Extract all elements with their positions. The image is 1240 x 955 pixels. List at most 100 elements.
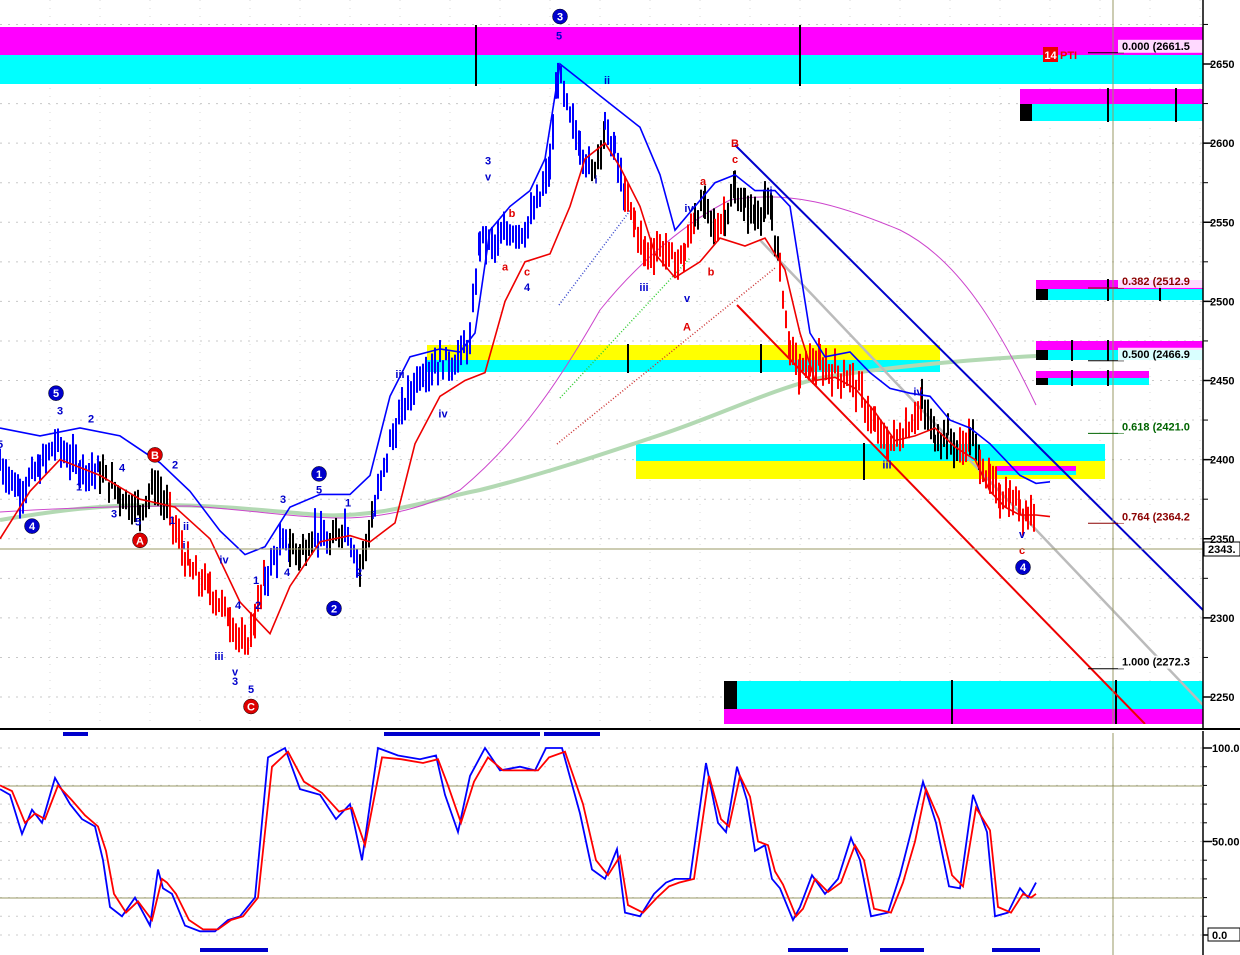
zone-magenta-bottom <box>724 709 1203 724</box>
wave-label: 4 <box>524 282 531 294</box>
wave-label: b <box>509 208 516 220</box>
wave-label: iv <box>684 203 694 215</box>
wave-label: 5 <box>316 485 322 497</box>
wave-label: 2 <box>88 413 94 425</box>
wave-label: i <box>594 175 597 187</box>
y-axis-tick-label: 2650 <box>1210 59 1234 71</box>
wave-label: c <box>524 266 530 278</box>
wave-label-text: A <box>136 535 144 547</box>
wave-label: ii <box>604 75 610 87</box>
wave-label: a <box>700 176 707 188</box>
wave-label: 4 <box>119 463 126 475</box>
wave-label-circled: B <box>147 447 163 463</box>
fib-level-label: 0.764 (2364.2 <box>1122 511 1190 523</box>
wave-label-circled: 3 <box>552 8 568 25</box>
wave-label: 2 <box>255 600 261 612</box>
wave-label: 3 <box>485 156 491 168</box>
wave-label-text: 3 <box>557 12 563 24</box>
wave-label-text: 4 <box>1020 562 1027 574</box>
wave-label-circled: A <box>132 532 148 549</box>
wave-label: a <box>502 262 509 274</box>
wave-label-text: 5 <box>53 388 59 400</box>
last-price-label: 2343. <box>1208 544 1236 556</box>
wave-label: 3 <box>111 508 117 520</box>
zone-cyan-top <box>0 55 1203 84</box>
oscillator-grid <box>0 747 1203 936</box>
signal-bar <box>200 948 268 952</box>
wave-label: 5 <box>248 684 254 696</box>
fib-level-label: 0.500 (2466.9 <box>1122 349 1190 361</box>
zone-cyan <box>1036 378 1149 385</box>
zone-marker <box>1036 350 1048 360</box>
wave-label: c <box>732 154 738 166</box>
y-axis-tick-label: 2350 <box>1210 534 1234 546</box>
zone-cyan-bottom <box>724 681 1203 709</box>
zone-marker <box>724 681 737 709</box>
wave-label: 3 <box>232 676 238 688</box>
wave-label: 5 <box>0 439 3 451</box>
wave-label: 1 <box>169 515 175 527</box>
oscillator-lines <box>0 746 1037 933</box>
fib-level-label: 0.000 (2661.5 <box>1122 41 1190 53</box>
wave-label-circled: 4 <box>1015 559 1031 575</box>
y-axis-tick-label: 2550 <box>1210 217 1234 229</box>
oscillator-axis: 100.0 50.00 0.0 <box>1203 743 1240 942</box>
wave-label: ii <box>183 521 189 533</box>
y-axis-tick-label: 2400 <box>1210 455 1234 467</box>
y-axis-tick-label: 2500 <box>1210 296 1234 308</box>
wave-label: 1 <box>76 482 82 494</box>
wave-label: v <box>1019 529 1026 541</box>
zone-magenta-top <box>0 27 1203 55</box>
wave-label: iii <box>214 651 223 663</box>
price-panel: 545321435B2A1iiiiviii4v35C1234151i22iiii… <box>0 0 1203 724</box>
zone-magenta <box>996 466 1076 471</box>
badge-suffix: PTI <box>1060 50 1077 62</box>
wave-label: iv <box>219 554 229 566</box>
wave-label: iii <box>395 369 404 381</box>
osc-axis-label: 50.00 <box>1212 837 1240 849</box>
wave-label: iii <box>882 459 891 471</box>
osc-axis-label: 100.0 <box>1212 743 1240 755</box>
wave-label-circled: C <box>243 698 259 715</box>
wave-label-circled: 4 <box>24 518 40 534</box>
signal-bar <box>63 732 88 736</box>
wave-label: 2 <box>172 459 178 471</box>
wave-label: i <box>182 540 185 552</box>
y-axis-tick-label: 2600 <box>1210 138 1234 150</box>
wave-label: 3 <box>280 494 286 506</box>
wave-label: B <box>731 138 739 150</box>
wave-label-text: B <box>151 450 159 462</box>
zone-marker <box>1036 378 1048 385</box>
wave-label: i <box>769 186 772 198</box>
wave-label-circled: 2 <box>326 600 342 617</box>
wave-label: iv <box>913 387 923 399</box>
wave-label: 4 <box>284 567 291 579</box>
wave-label-text: 2 <box>331 603 337 615</box>
wave-label-text: 4 <box>29 521 36 533</box>
pti-badge: 14 PTI <box>1043 47 1077 62</box>
wave-label: 5 <box>135 516 141 528</box>
wave-label: 3 <box>57 406 63 418</box>
wave-label-circled: 5 <box>48 385 64 401</box>
signal-bar <box>880 948 924 952</box>
wave-label-circled: 1 <box>311 466 327 482</box>
osc-axis-label: 0.0 <box>1212 930 1227 942</box>
fib-level-label: 0.618 (2421.0 <box>1122 421 1190 433</box>
signal-bar <box>992 948 1040 952</box>
signal-bar <box>544 732 600 736</box>
wave-label: A <box>683 322 691 334</box>
wave-label: 4 <box>235 600 242 612</box>
fib-level-label: 0.382 (2512.9 <box>1122 276 1190 288</box>
zone-cyan <box>636 444 1105 461</box>
wave-label: 1 <box>345 497 351 509</box>
wave-label: b <box>708 266 715 278</box>
wave-label-text: C <box>247 701 255 713</box>
wave-label: 2 <box>356 567 362 579</box>
wave-label: iv <box>438 409 448 421</box>
signal-bar <box>384 732 540 736</box>
wave-label: 5 <box>556 31 562 43</box>
wave-label-text: 1 <box>316 469 322 481</box>
zone-cyan <box>1036 289 1203 300</box>
wave-label: 1 <box>253 575 259 587</box>
zone-marker <box>1036 289 1048 300</box>
